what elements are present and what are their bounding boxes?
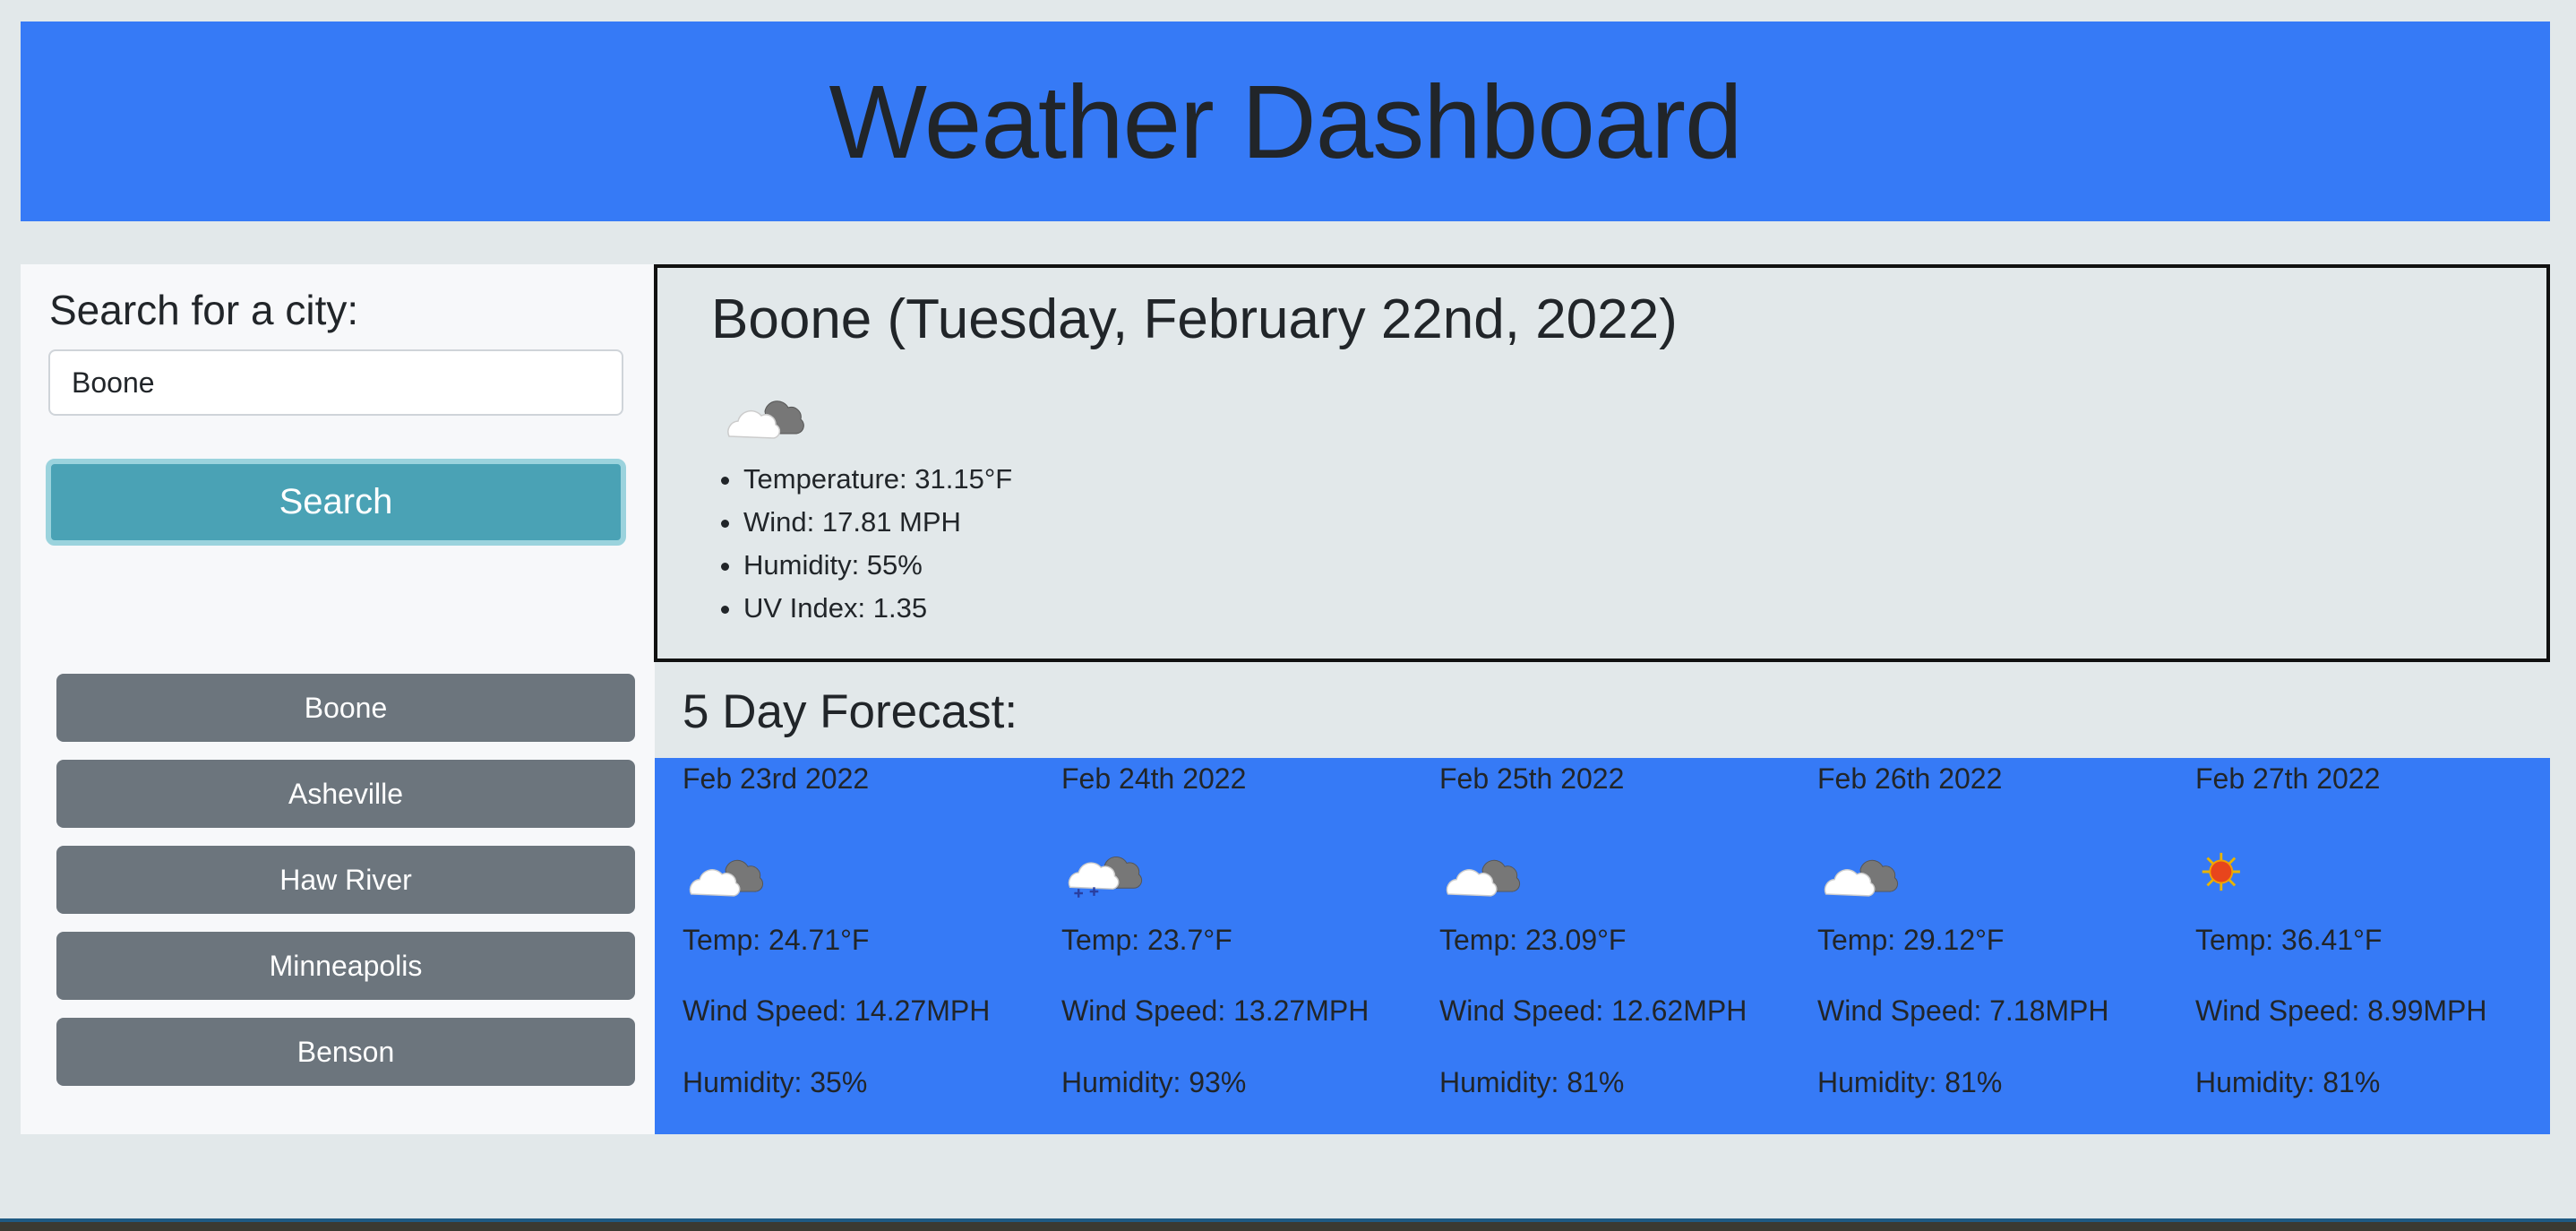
- forecast-temp: Temp: 24.71°F: [683, 924, 870, 956]
- cloudy-icon: [720, 384, 810, 446]
- forecast-humidity: Humidity: 81%: [1817, 1066, 2003, 1098]
- current-city-heading: Boone (Tuesday, February 22nd, 2022): [711, 288, 1678, 350]
- forecast-temp: Temp: 29.12°F: [1817, 924, 2005, 956]
- cloudy-icon: [1439, 843, 1525, 905]
- forecast-wind: Wind Speed: 14.27MPH: [683, 994, 991, 1027]
- forecast-date: Feb 24th 2022: [1061, 762, 1247, 795]
- page-title: Weather Dashboard: [829, 63, 1742, 180]
- current-wind: Wind: 17.81 MPH: [743, 501, 1012, 544]
- forecast-date: Feb 26th 2022: [1817, 762, 2003, 795]
- history-button-boone[interactable]: Boone: [56, 674, 635, 742]
- forecast-temp: Temp: 23.09°F: [1439, 924, 1627, 956]
- forecast-day: Feb 24th 2022 Temp: 23.7°F Wind Speed: 1…: [1034, 758, 1410, 1134]
- current-weather-card: Boone (Tuesday, February 22nd, 2022) Tem…: [654, 264, 2550, 662]
- forecast-day: Feb 25th 2022 Temp: 23.09°F Wind Speed: …: [1412, 758, 1788, 1134]
- history-button-minneapolis[interactable]: Minneapolis: [56, 932, 635, 1000]
- history-button-benson[interactable]: Benson: [56, 1018, 635, 1086]
- forecast-wind: Wind Speed: 12.62MPH: [1439, 994, 1747, 1027]
- forecast-panel: Feb 23rd 2022 Temp: 24.71°F Wind Speed: …: [655, 758, 2550, 1134]
- forecast-humidity: Humidity: 81%: [1439, 1066, 1625, 1098]
- search-label: Search for a city:: [49, 287, 359, 333]
- search-button[interactable]: Search: [46, 459, 626, 546]
- search-sidebar: Search for a city: Search Boone Ashevill…: [21, 264, 655, 1134]
- forecast-wind: Wind Speed: 7.18MPH: [1817, 994, 2109, 1027]
- search-history: Boone Asheville Haw River Minneapolis Be…: [56, 674, 635, 1104]
- forecast-wind: Wind Speed: 13.27MPH: [1061, 994, 1370, 1027]
- forecast-wind: Wind Speed: 8.99MPH: [2195, 994, 2487, 1027]
- forecast-temp: Temp: 23.7°F: [1061, 924, 1232, 956]
- cloudy-icon: [683, 843, 769, 905]
- forecast-humidity: Humidity: 35%: [683, 1066, 868, 1098]
- current-uv-index: UV Index: 1.35: [743, 587, 1012, 630]
- desktop-background-strip: [0, 1218, 2576, 1231]
- cloudy-icon: [1817, 843, 1903, 905]
- search-input[interactable]: [48, 349, 623, 416]
- forecast-title: 5 Day Forecast:: [683, 685, 1018, 738]
- current-temperature: Temperature: 31.15°F: [743, 458, 1012, 501]
- forecast-date: Feb 25th 2022: [1439, 762, 1625, 795]
- forecast-day: Feb 27th 2022 Temp: 36.41°F Wind Speed: …: [2168, 758, 2544, 1134]
- current-details-list: Temperature: 31.15°F Wind: 17.81 MPH Hum…: [708, 458, 1012, 630]
- forecast-humidity: Humidity: 93%: [1061, 1066, 1247, 1098]
- history-button-asheville[interactable]: Asheville: [56, 760, 635, 828]
- forecast-date: Feb 27th 2022: [2195, 762, 2381, 795]
- forecast-date: Feb 23rd 2022: [683, 762, 870, 795]
- forecast-day: Feb 23rd 2022 Temp: 24.71°F Wind Speed: …: [655, 758, 1031, 1134]
- current-humidity: Humidity: 55%: [743, 544, 1012, 587]
- history-button-haw-river[interactable]: Haw River: [56, 846, 635, 914]
- header-banner: Weather Dashboard: [21, 22, 2550, 221]
- forecast-temp: Temp: 36.41°F: [2195, 924, 2383, 956]
- forecast-humidity: Humidity: 81%: [2195, 1066, 2381, 1098]
- sun-icon: [2195, 843, 2281, 905]
- snow-icon: [1061, 843, 1147, 905]
- forecast-day: Feb 26th 2022 Temp: 29.12°F Wind Speed: …: [1790, 758, 2166, 1134]
